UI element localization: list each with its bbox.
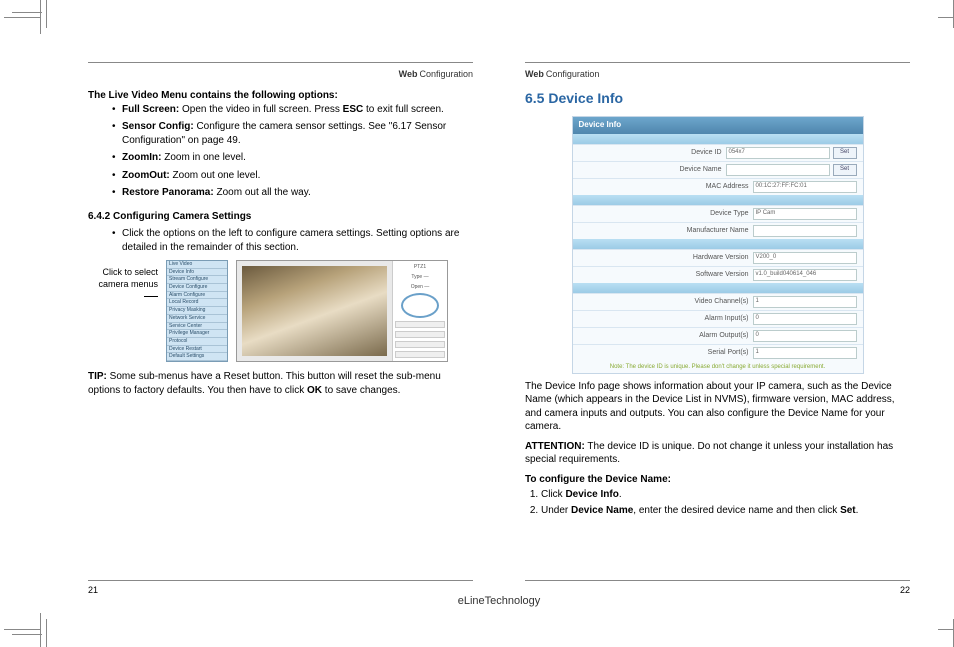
steps-list: Click Device Info. Under Device Name, en… [525,488,910,517]
device-info-description: The Device Info page shows information a… [525,380,910,434]
header-left: WebConfiguration [88,69,473,79]
tip-paragraph: TIP: Some sub-menus have a Reset button.… [88,370,473,397]
live-video-screenshot: PTZ1 Type — Open — [236,260,448,362]
attention-paragraph: ATTENTION: The device ID is unique. Do n… [525,440,910,467]
ptz-dial-icon [401,293,439,318]
page-spread: WebConfiguration The Live Video Menu con… [62,32,936,615]
header-right: WebConfiguration [525,69,910,79]
page-21: WebConfiguration The Live Video Menu con… [62,32,499,615]
figure-row: Click to select camera menus Live VideoD… [88,260,473,362]
device-info-panel: Device Info Device ID054x7Set Device Nam… [572,116,864,374]
page-number: 22 [900,585,910,595]
figure-caption: Click to select camera menus [88,260,158,302]
intro-line: The Live Video Menu contains the followi… [88,89,473,103]
page-22: WebConfiguration 6.5 Device Info Device … [499,32,936,615]
subsection-heading: 6.4.2 Configuring Camera Settings [88,210,473,224]
brand-footer: eLineTechnology [62,595,936,607]
sub-bullet: Click the options on the left to configu… [112,227,473,254]
section-title: 6.5 Device Info [525,89,910,108]
steps-title: To configure the Device Name: [525,473,910,487]
page-number: 21 [88,585,98,595]
camera-menu-strip: Live VideoDevice InfoStream Configure De… [166,260,228,362]
live-video-options: Full Screen: Open the video in full scre… [112,103,473,200]
